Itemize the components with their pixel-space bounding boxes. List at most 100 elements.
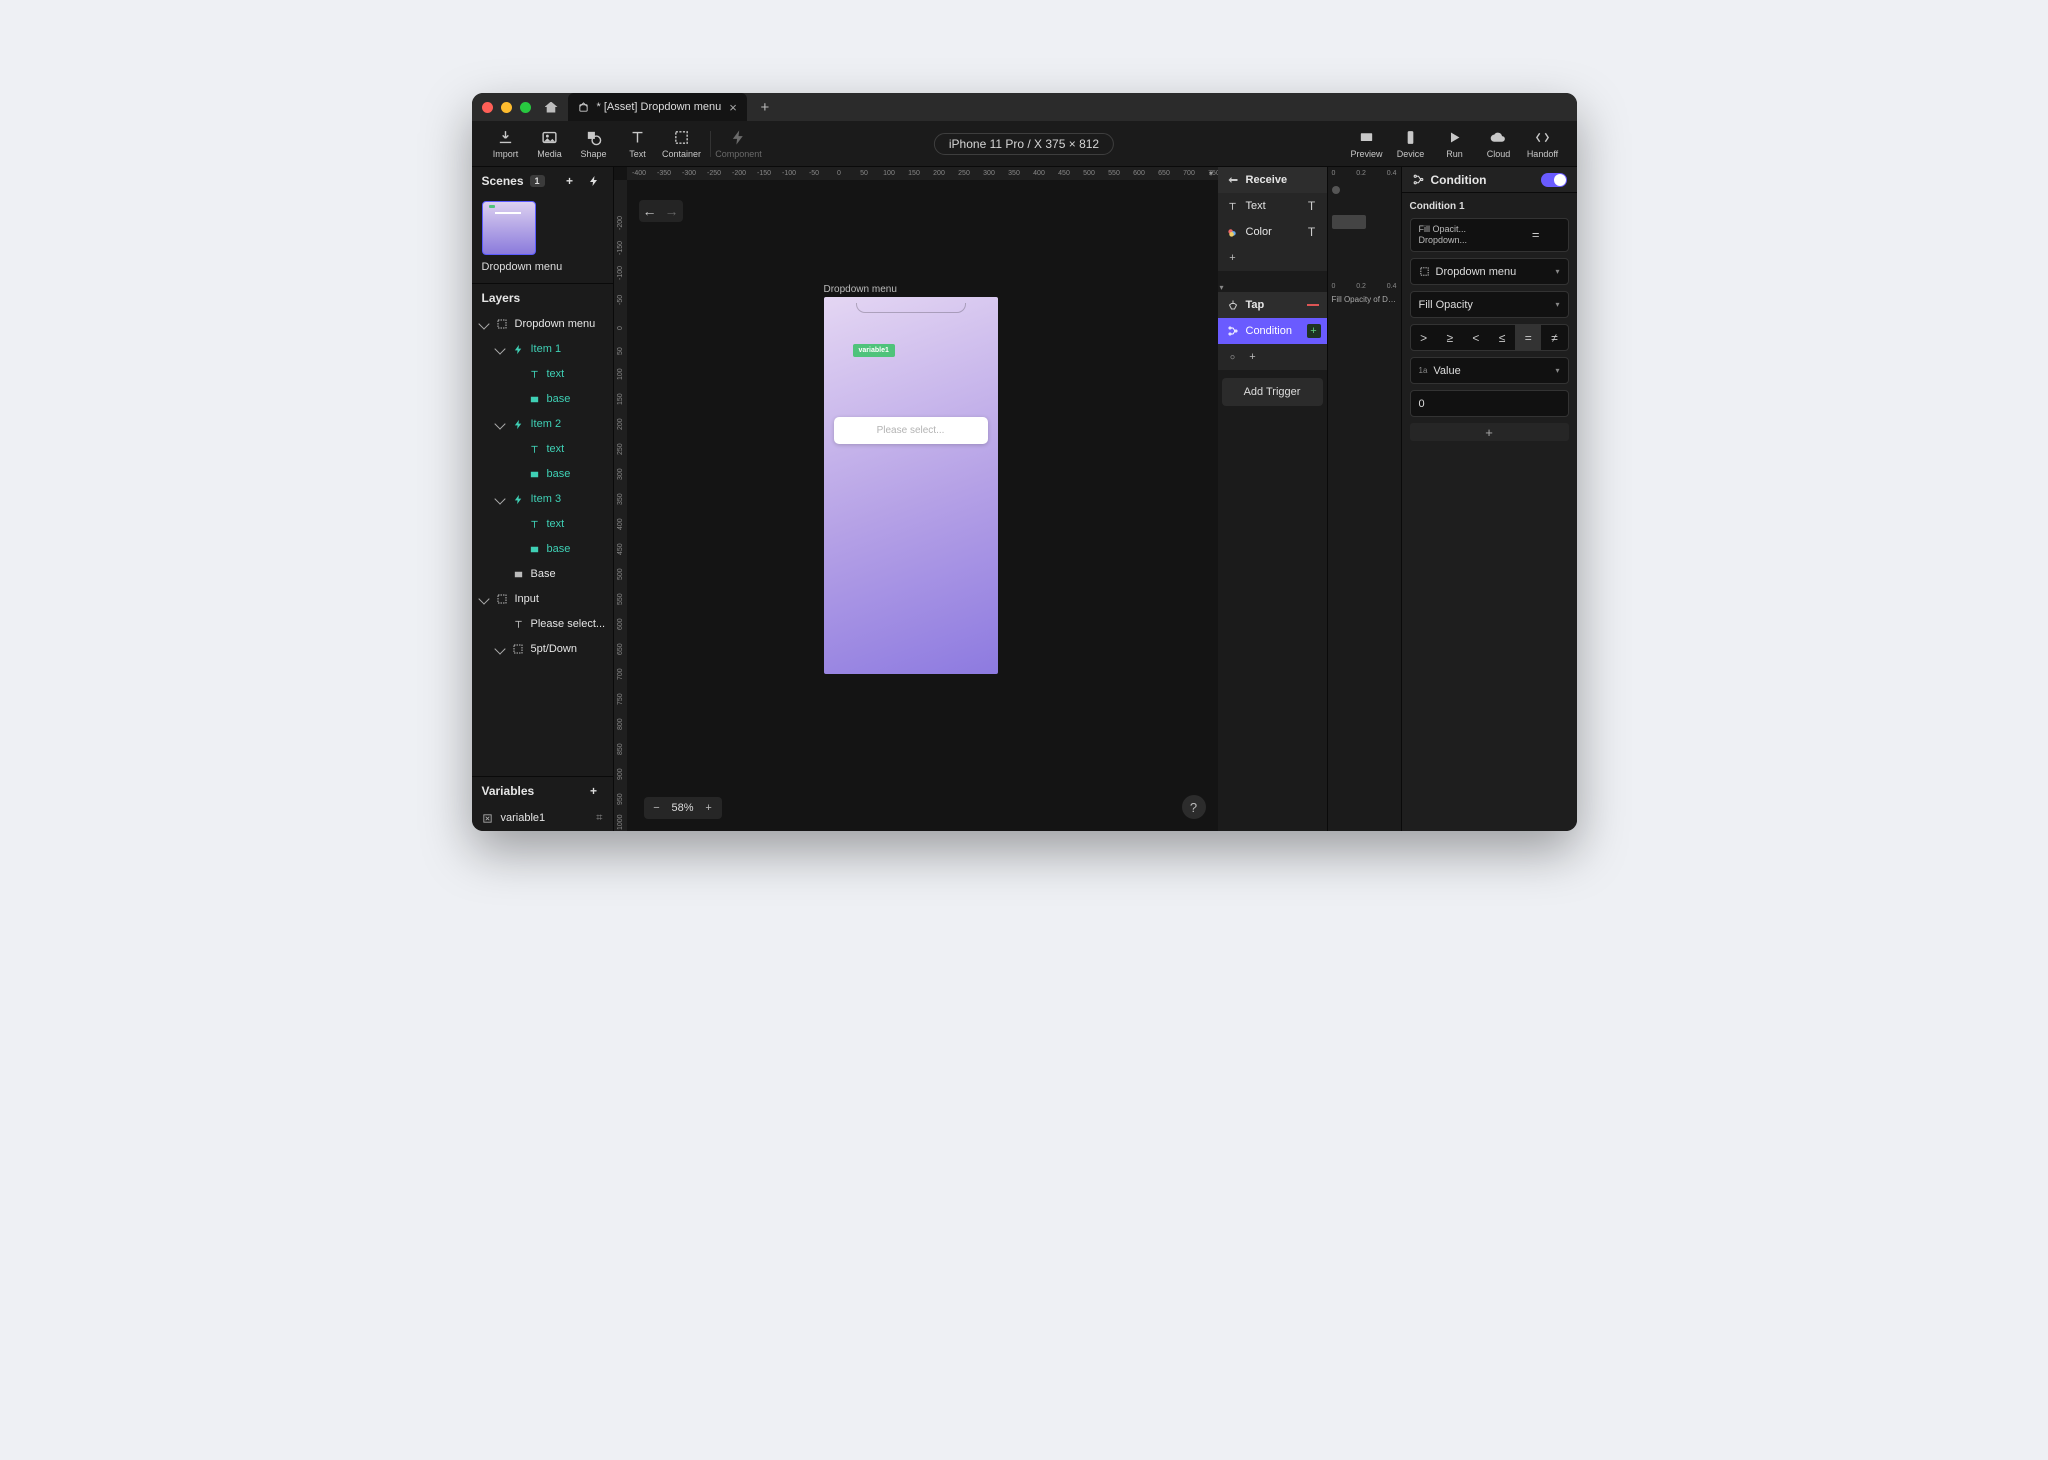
- cloud-button[interactable]: Cloud: [1477, 129, 1521, 159]
- close-tab-icon[interactable]: ×: [729, 100, 737, 115]
- canvas[interactable]: -400-350-300-250-200-150-100-50050100150…: [614, 167, 1218, 831]
- remove-icon[interactable]: [1307, 304, 1319, 306]
- layer-row[interactable]: text: [472, 437, 613, 462]
- help-button[interactable]: ?: [1182, 795, 1206, 819]
- text-icon: [528, 518, 541, 531]
- layer-row[interactable]: Base: [472, 562, 613, 587]
- op-gt[interactable]: >: [1411, 325, 1437, 350]
- artboard-label[interactable]: Dropdown menu: [824, 284, 897, 295]
- disclosure-arrow-icon[interactable]: [478, 594, 489, 605]
- op-gte[interactable]: ≥: [1437, 325, 1463, 350]
- layer-row[interactable]: base: [472, 537, 613, 562]
- disclosure-arrow-icon[interactable]: [494, 419, 505, 430]
- condition-summary-field[interactable]: Fill Opacit...Dropdown... =: [1410, 218, 1569, 252]
- value-input[interactable]: 0: [1410, 390, 1569, 417]
- variable-icon: [482, 813, 493, 824]
- scene-name[interactable]: Dropdown menu: [482, 261, 603, 275]
- zoom-out-button[interactable]: −: [648, 802, 666, 814]
- layer-row[interactable]: base: [472, 462, 613, 487]
- document-icon: [578, 102, 589, 113]
- add-condition-icon[interactable]: +: [1307, 324, 1321, 338]
- nav-forward-button[interactable]: →: [661, 200, 683, 222]
- scenes-bolt-button[interactable]: [585, 172, 603, 190]
- text-icon: [512, 618, 525, 631]
- op-lte[interactable]: ≤: [1489, 325, 1515, 350]
- layer-row[interactable]: Item 2: [472, 412, 613, 437]
- timeline-keyframe[interactable]: [1332, 186, 1340, 194]
- receive-text-row[interactable]: Text T: [1218, 193, 1327, 219]
- preview-button[interactable]: Preview: [1345, 129, 1389, 159]
- receive-trigger-header[interactable]: Receive: [1218, 167, 1327, 193]
- receive-icon: [1226, 173, 1240, 187]
- add-variable-button[interactable]: +: [585, 782, 603, 800]
- layer-row[interactable]: Dropdown menu: [472, 312, 613, 337]
- add-tab-button[interactable]: +: [751, 97, 779, 117]
- zoom-window-button[interactable]: [520, 102, 531, 113]
- layer-row[interactable]: Input: [472, 587, 613, 612]
- timeline-panel: 0 0.2 0.4 0 0.2 0.4 Fill Opacity of Drop: [1328, 167, 1402, 831]
- add-scene-button[interactable]: +: [561, 172, 579, 190]
- container-tool[interactable]: Container: [660, 129, 704, 159]
- minimize-window-button[interactable]: [501, 102, 512, 113]
- text-tool[interactable]: Text: [616, 129, 660, 159]
- variable-chip[interactable]: variable1: [853, 344, 895, 357]
- operator-group: > ≥ < ≤ = ≠: [1410, 324, 1569, 351]
- target-dropdown[interactable]: Dropdown menu▾: [1410, 258, 1569, 285]
- layer-row[interactable]: Please select...: [472, 612, 613, 637]
- select-field[interactable]: Please select...: [834, 417, 988, 444]
- artboard-icon: [1419, 266, 1430, 277]
- scene-thumbnail[interactable]: [482, 201, 536, 255]
- value-type-dropdown[interactable]: 1a Value▾: [1410, 357, 1569, 384]
- ruler-menu-icon[interactable]: ▾: [1205, 167, 1218, 180]
- op-eq[interactable]: =: [1515, 325, 1541, 350]
- media-tool[interactable]: Media: [528, 129, 572, 159]
- artboard[interactable]: variable1 Please select...: [824, 297, 998, 674]
- text-glyph-icon: T: [1305, 199, 1319, 213]
- property-dropdown[interactable]: Fill Opacity▾: [1410, 291, 1569, 318]
- inspector-panel: Condition Condition 1 Fill Opacit...Drop…: [1402, 167, 1577, 831]
- receive-color-row[interactable]: Color T: [1218, 219, 1327, 245]
- run-button[interactable]: Run: [1433, 129, 1477, 159]
- layer-row[interactable]: base: [472, 387, 613, 412]
- disclosure-arrow-icon[interactable]: [494, 644, 505, 655]
- device-label[interactable]: iPhone 11 Pro / X 375 × 812: [934, 133, 1114, 155]
- trigger-collapse-icon[interactable]: ▾: [1218, 279, 1327, 292]
- tap-trigger-header[interactable]: Tap: [1218, 292, 1327, 318]
- disclosure-arrow-icon[interactable]: [494, 494, 505, 505]
- device-button[interactable]: Device: [1389, 129, 1433, 159]
- condition-toggle[interactable]: [1541, 173, 1567, 187]
- condition-icon: [1412, 173, 1425, 186]
- document-tab[interactable]: * [Asset] Dropdown menu ×: [568, 93, 747, 121]
- layer-row[interactable]: text: [472, 362, 613, 387]
- variable-row[interactable]: variable1 ⌗: [472, 805, 613, 831]
- condition-row[interactable]: Condition +: [1218, 318, 1327, 344]
- disclosure-arrow-icon[interactable]: [478, 319, 489, 330]
- debug-icon[interactable]: ⌗: [596, 812, 602, 825]
- layer-row[interactable]: Item 1: [472, 337, 613, 362]
- tab-title: * [Asset] Dropdown menu: [597, 101, 722, 113]
- handoff-button[interactable]: Handoff: [1521, 129, 1565, 159]
- home-icon[interactable]: [545, 102, 558, 113]
- bolt-icon: [512, 343, 525, 356]
- zoom-in-button[interactable]: +: [700, 802, 718, 814]
- close-window-button[interactable]: [482, 102, 493, 113]
- condition-icon: [1226, 324, 1240, 338]
- op-lt[interactable]: <: [1463, 325, 1489, 350]
- tap-add-row[interactable]: ⸰+: [1218, 344, 1327, 370]
- layer-row[interactable]: text: [472, 512, 613, 537]
- artboard-icon: [496, 318, 509, 331]
- receive-add-row[interactable]: +: [1218, 245, 1327, 271]
- add-trigger-button[interactable]: Add Trigger: [1222, 378, 1323, 406]
- add-condition-button[interactable]: +: [1410, 423, 1569, 441]
- disclosure-arrow-icon[interactable]: [494, 344, 505, 355]
- shape-tool[interactable]: Shape: [572, 129, 616, 159]
- layer-row[interactable]: 5pt/Down: [472, 637, 613, 662]
- layer-row[interactable]: Item 3: [472, 487, 613, 512]
- import-tool[interactable]: Import: [484, 129, 528, 159]
- titlebar: * [Asset] Dropdown menu × +: [472, 93, 1577, 121]
- component-tool[interactable]: Component: [717, 129, 761, 159]
- nav-back-button[interactable]: ←: [639, 200, 661, 222]
- timeline-color-swatch[interactable]: [1332, 215, 1366, 229]
- device-notch: [856, 303, 966, 313]
- op-neq[interactable]: ≠: [1541, 325, 1567, 350]
